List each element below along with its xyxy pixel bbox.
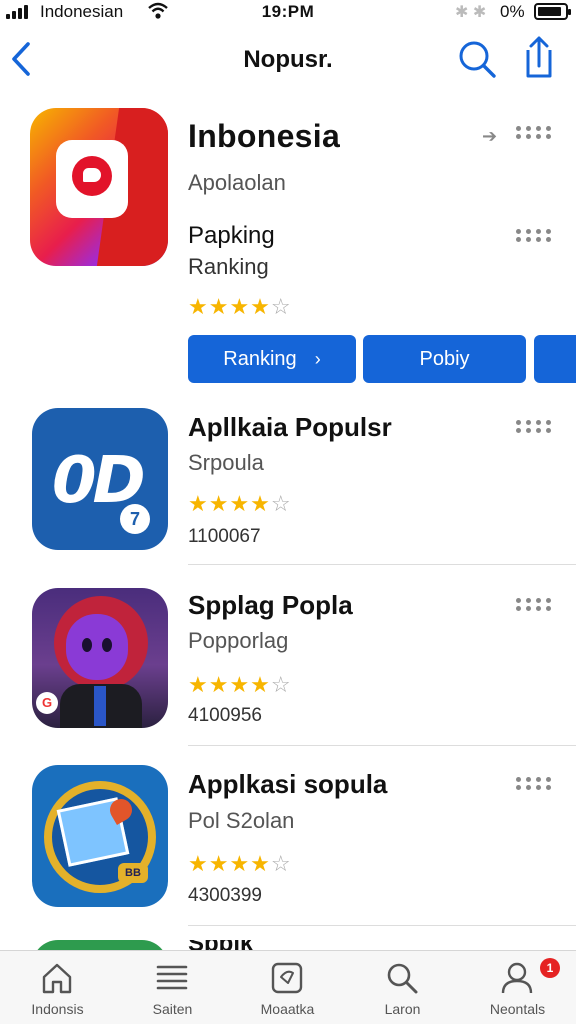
store-icon xyxy=(271,962,303,994)
app-icon-badge: 7 xyxy=(120,504,150,534)
share-icon[interactable] xyxy=(520,34,558,80)
tab-label: Laron xyxy=(384,1001,421,1017)
featured-name: Papking xyxy=(188,222,275,249)
tab-label: Indonsis xyxy=(31,1001,84,1017)
status-bar: Indonesian 19:PM ✱ ✱ 0% xyxy=(0,0,576,26)
app-subtitle: Popporlag xyxy=(188,628,289,653)
app-title: Spplag Popla xyxy=(188,590,353,620)
clock: 19:PM xyxy=(261,2,315,21)
more-icon[interactable] xyxy=(516,777,551,791)
more-icon[interactable] xyxy=(516,126,551,140)
search-icon xyxy=(387,963,418,994)
chevron-right-icon: › xyxy=(314,348,321,369)
list-icon xyxy=(156,965,188,990)
bluetooth-icon: ✱ ✱ xyxy=(455,4,487,21)
divider xyxy=(188,745,576,746)
star-rating: ★★★★☆ xyxy=(188,491,292,516)
search-icon[interactable] xyxy=(456,38,498,80)
star-rating: ★★★★☆ xyxy=(188,294,292,319)
tab-search[interactable]: Laron xyxy=(345,951,460,1024)
app-title: Applkasi sopula xyxy=(188,769,388,799)
app-icon[interactable]: BB xyxy=(32,765,168,907)
app-title: Apllkaia Populsr xyxy=(188,412,392,442)
star-rating: ★★★★☆ xyxy=(188,672,292,697)
tab-bar: Indonsis Saiten Moaatka Laron Neontals xyxy=(0,950,576,1024)
tab-label: Saiten xyxy=(152,1001,193,1017)
person-icon xyxy=(501,962,533,994)
tab-store[interactable]: Moaatka xyxy=(230,951,345,1024)
home-icon xyxy=(42,963,72,994)
featured-rank: Ranking xyxy=(188,254,269,279)
more-icon[interactable] xyxy=(516,420,551,434)
featured-subtitle: Apolaolan xyxy=(188,170,286,195)
app-rating-count: 4100956 xyxy=(188,705,262,726)
app-rating-count: 4300399 xyxy=(188,885,262,906)
divider xyxy=(188,564,576,565)
nav-bar: Nopusr. xyxy=(0,30,576,90)
app-subtitle: Pol S2olan xyxy=(188,808,295,833)
app-icon-badge: BB xyxy=(118,863,148,883)
notification-badge: 1 xyxy=(540,958,560,978)
ranking-button[interactable]: Ranking › xyxy=(188,335,356,383)
popular-button[interactable]: Pobiy xyxy=(363,335,526,383)
more-icon[interactable] xyxy=(516,598,551,612)
app-icon[interactable]: G xyxy=(32,588,168,728)
battery-icon xyxy=(534,3,571,20)
app-icon[interactable]: 0D 7 xyxy=(32,408,168,550)
more-icon[interactable] xyxy=(516,229,551,243)
tab-label: Moaatka xyxy=(260,1001,315,1017)
tab-home[interactable]: Indonsis xyxy=(0,951,115,1024)
star-rating: ★★★★☆ xyxy=(188,851,292,876)
forward-arrow-icon[interactable]: ➔ xyxy=(482,126,497,147)
ranking-button-label: Ranking xyxy=(223,347,297,370)
popular-button-label: Pobiy xyxy=(419,347,470,370)
more-tab-button[interactable] xyxy=(534,335,576,383)
featured-title: Inbonesia xyxy=(188,118,341,154)
app-subtitle: Srpoula xyxy=(188,450,264,475)
google-icon: G xyxy=(36,692,58,714)
featured-app-icon[interactable] xyxy=(30,108,168,266)
app-rating-count: 1100067 xyxy=(188,526,261,547)
tab-list[interactable]: Saiten xyxy=(115,951,230,1024)
tab-label: Neontals xyxy=(489,1001,546,1017)
battery-percent: 0% xyxy=(500,2,525,21)
divider xyxy=(188,925,576,926)
